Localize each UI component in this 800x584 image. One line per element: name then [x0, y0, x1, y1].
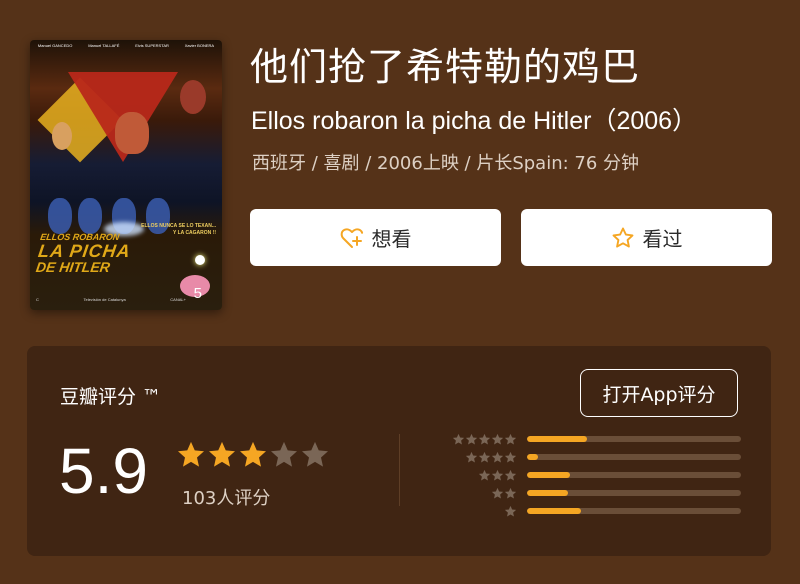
distribution-row	[447, 433, 747, 446]
poster-credit: Manuel GANCEDO	[37, 43, 73, 48]
star-small-icon	[478, 433, 491, 445]
star-empty-icon	[271, 441, 297, 467]
want-to-watch-label: 想看	[371, 227, 412, 251]
poster-face	[115, 112, 149, 154]
star-small-icon	[504, 433, 517, 445]
poster-title: ELLOS ROBARON LA PICHA DE HITLER	[34, 232, 133, 275]
want-to-watch-button[interactable]: 想看	[250, 209, 501, 266]
rating-card: 豆瓣评分 ™ 打开App评分 5.9 103人评分	[27, 346, 771, 556]
star-filled-icon	[178, 441, 204, 467]
poster-credit: Manuel TALLAFÉ	[88, 43, 120, 48]
rating-stars	[176, 440, 330, 470]
distribution-row	[447, 451, 747, 464]
distribution-bar	[527, 436, 741, 442]
distribution-stars	[447, 469, 517, 482]
distribution-row	[447, 469, 747, 482]
poster-number: 5	[193, 285, 202, 302]
distribution-stars	[447, 433, 517, 446]
star-small-icon	[491, 433, 504, 445]
distribution-bar	[527, 490, 741, 496]
star-small-icon	[504, 505, 517, 517]
star-small-icon	[504, 487, 517, 499]
movie-original-title: Ellos robaron la picha de Hitler（2006）	[251, 107, 698, 135]
star-outline-icon	[611, 226, 635, 250]
distribution-row	[447, 487, 747, 500]
star-small-icon	[504, 451, 517, 463]
watched-label: 看过	[642, 227, 683, 251]
rating-count: 103人评分	[182, 488, 271, 509]
rating-score: 5.9	[59, 435, 148, 507]
poster-spotlight	[195, 255, 205, 265]
distribution-bar	[527, 454, 741, 460]
distribution-bar	[527, 508, 741, 514]
star-small-icon	[491, 451, 504, 463]
distribution-stars	[447, 487, 517, 500]
distribution-stars	[447, 505, 517, 518]
movie-poster[interactable]: Manuel GANCEDO Manuel TALLAFÉ Elvis SUPE…	[30, 40, 222, 310]
distribution-bar-fill	[527, 490, 568, 496]
divider	[399, 434, 400, 506]
distribution-stars	[447, 451, 517, 464]
open-app-rate-button[interactable]: 打开App评分	[580, 369, 738, 417]
star-small-icon	[504, 469, 517, 481]
star-small-icon	[452, 433, 465, 445]
star-small-icon	[478, 469, 491, 481]
movie-title: 他们抢了希特勒的鸡巴	[250, 45, 641, 89]
distribution-bar-fill	[527, 472, 570, 478]
star-filled-icon	[240, 441, 266, 467]
douban-rating-brand: 豆瓣评分 ™	[60, 386, 162, 408]
poster-credit: Elvis SUPERSTAR	[135, 43, 169, 48]
star-small-icon	[465, 451, 478, 463]
heart-plus-icon	[340, 227, 364, 249]
star-small-icon	[491, 469, 504, 481]
poster-face	[180, 80, 206, 114]
star-filled-icon	[209, 441, 235, 467]
star-small-icon	[491, 487, 504, 499]
poster-credit: Xavier BONERA	[184, 43, 215, 48]
distribution-bar-fill	[527, 436, 587, 442]
distribution-bar-fill	[527, 508, 581, 514]
poster-credits: Manuel GANCEDO Manuel TALLAFÉ Elvis SUPE…	[30, 43, 222, 48]
movie-meta: 西班牙 / 喜剧 / 2006上映 / 片长Spain: 76 分钟	[252, 153, 640, 174]
star-empty-icon	[302, 441, 328, 467]
star-small-icon	[465, 433, 478, 445]
distribution-bar	[527, 472, 741, 478]
star-small-icon	[478, 451, 491, 463]
poster-face	[52, 122, 72, 150]
distribution-bar-fill	[527, 454, 538, 460]
distribution-row	[447, 505, 747, 518]
watched-button[interactable]: 看过	[521, 209, 772, 266]
poster-logos: C Televisión de Catalunya CANAL+	[36, 297, 186, 302]
